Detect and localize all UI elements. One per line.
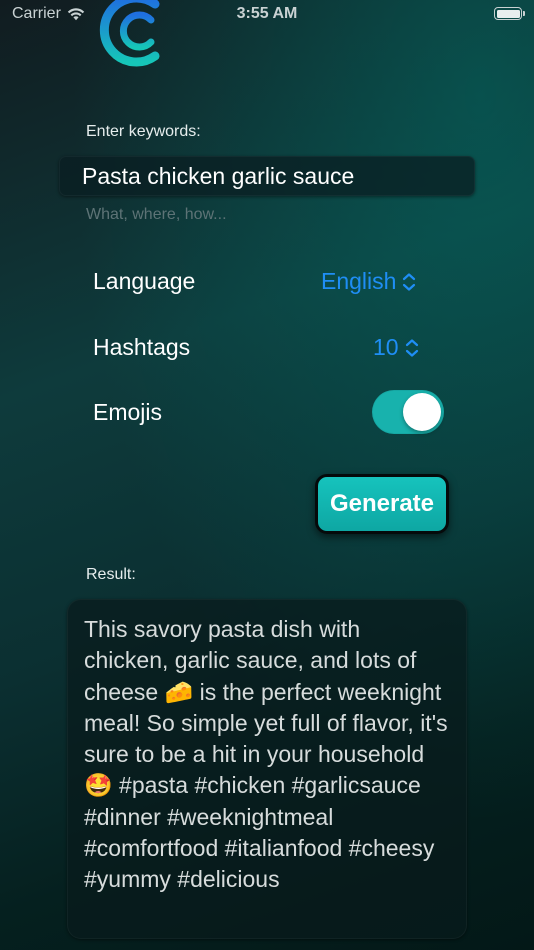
generate-button[interactable]: Generate — [315, 474, 449, 534]
keywords-value: Pasta chicken garlic sauce — [82, 162, 355, 189]
hashtags-label: Hashtags — [93, 334, 191, 360]
keywords-label: Enter keywords: — [86, 123, 201, 140]
language-label: Language — [93, 268, 196, 294]
language-picker[interactable]: English — [321, 268, 416, 295]
keywords-input[interactable]: Pasta chicken garlic sauce — [59, 156, 475, 196]
emojis-label: Emojis — [93, 399, 163, 425]
hashtags-value: 10 — [373, 334, 399, 360]
keywords-hint: What, where, how... — [86, 206, 227, 223]
chevron-up-down-icon — [403, 272, 416, 291]
hashtags-picker[interactable]: 10 — [373, 334, 419, 361]
emojis-toggle[interactable] — [372, 390, 444, 434]
result-text: This savory pasta dish with chicken, gar… — [84, 616, 448, 893]
status-bar: Carrier 3:55 AM — [0, 0, 534, 30]
app-logo — [99, 0, 160, 67]
result-label: Result: — [86, 566, 136, 583]
toggle-knob — [403, 393, 441, 431]
language-value: English — [321, 268, 397, 294]
chevron-up-down-icon — [405, 338, 418, 357]
result-textarea[interactable]: This savory pasta dish with chicken, gar… — [67, 599, 467, 939]
battery-icon — [494, 7, 525, 20]
status-time: 3:55 AM — [236, 5, 298, 22]
